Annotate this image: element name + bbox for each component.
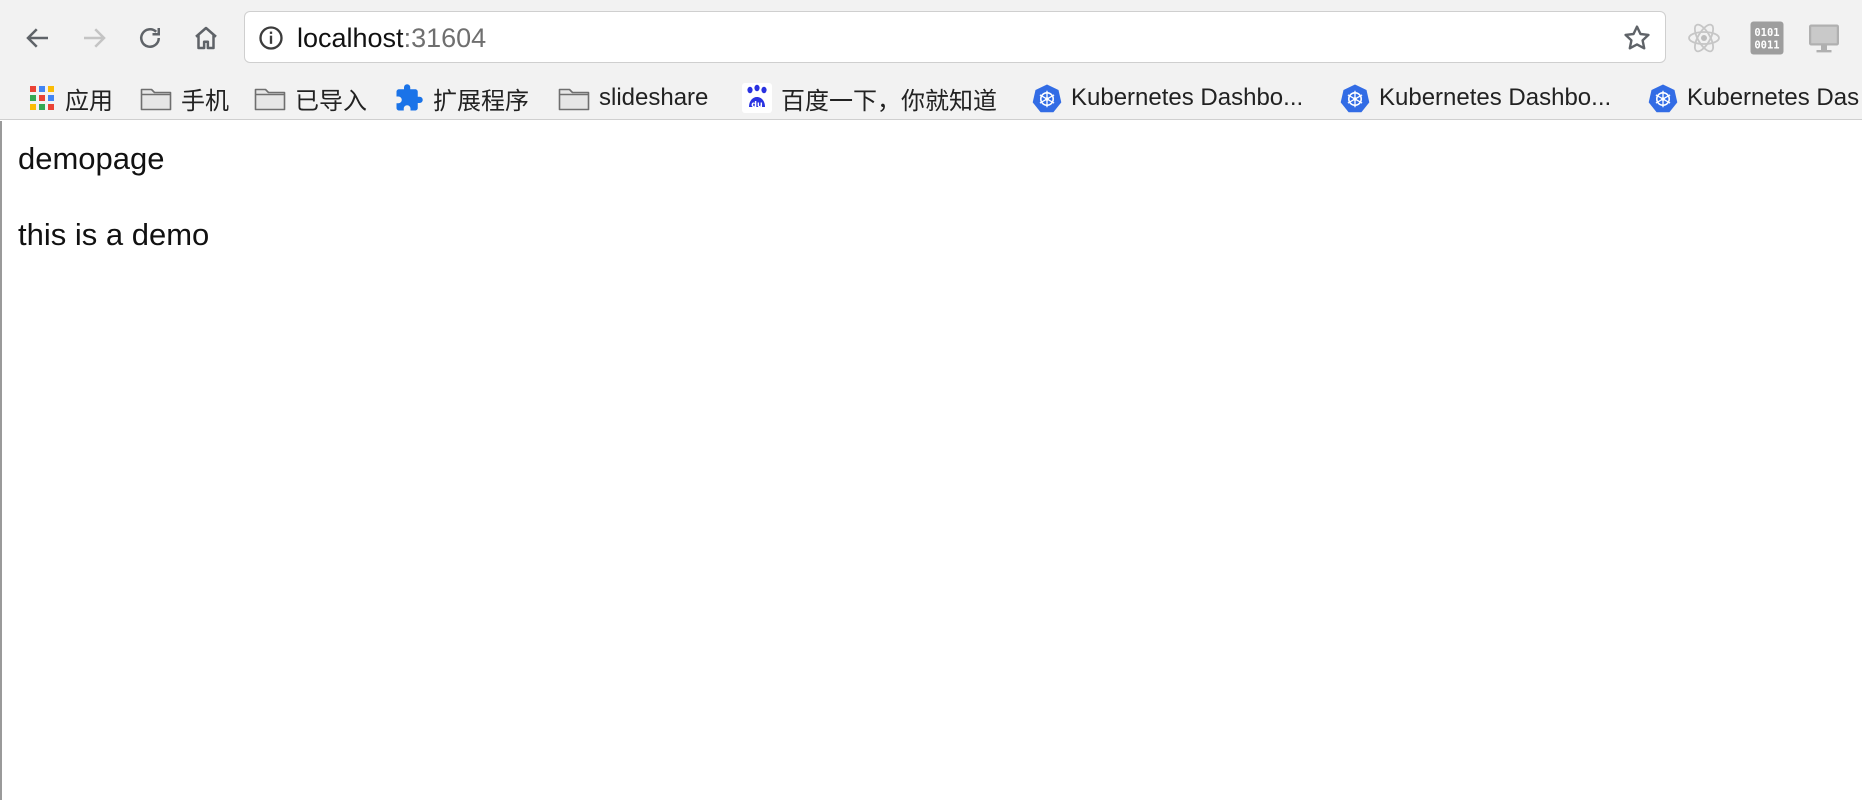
bookmark-folder-imported[interactable]: 已导入 [254,76,367,120]
page-heading: demopage [18,141,165,176]
back-arrow-icon [26,28,48,48]
binary-extension[interactable]: 0101 0011 [1747,18,1787,58]
binary-extension-icon: 0101 0011 [1750,21,1784,55]
baidu-icon: du [742,83,772,113]
svg-text:du: du [751,100,763,109]
monitor-extension-icon [1809,24,1839,53]
home-icon [195,26,217,50]
reload-button[interactable] [130,18,170,58]
back-button[interactable] [18,18,58,58]
bookmark-baidu[interactable]: du 百度一下，你就知道 [742,76,997,120]
puzzle-icon [396,84,423,111]
bookmark-label: 手机 [181,87,229,115]
bookmark-extensions[interactable]: 扩展程序 [394,76,529,120]
react-devtools-extension[interactable] [1684,18,1724,58]
svg-text:0011: 0011 [1754,40,1779,52]
bookmark-folder-phone[interactable]: 手机 [140,76,229,120]
bookmark-label: Kubernetes Dashbo... [1071,84,1304,111]
info-icon[interactable] [257,24,285,52]
folder-icon [254,88,286,111]
forward-arrow-icon [84,28,106,48]
bookmark-label: slideshare [599,84,709,111]
bookmark-label: Kubernetes Dashbo... [1379,84,1612,111]
address-bar[interactable]: localhost:31604 [244,11,1666,63]
reload-icon [140,28,160,48]
bookmark-label: Kubernetes Das [1687,84,1860,111]
bookmark-kubernetes-2[interactable]: Kubernetes Dashbo... [1340,76,1611,120]
monitor-extension[interactable] [1804,18,1844,58]
forward-button[interactable] [74,18,114,58]
react-devtools-icon [1688,23,1720,53]
folder-icon [558,88,590,111]
page-content: demopage this is a demo [0,121,1862,800]
browser-chrome: localhost:31604 0101 0011 应用 手机 已导入 扩展程序… [0,0,1862,120]
bookmark-label: 百度一下，你就知道 [781,87,997,115]
folder-icon [140,88,172,111]
url-host: localhost [297,23,404,53]
star-icon[interactable] [1621,22,1653,54]
svg-text:0101: 0101 [1754,27,1779,39]
bookmark-apps[interactable]: 应用 [28,76,113,120]
bookmark-label: 应用 [65,87,113,115]
bookmark-label: 扩展程序 [433,87,529,115]
apps-grid-icon [30,86,54,110]
bookmark-label: 已导入 [295,87,367,115]
bookmarks-bar: 应用 手机 已导入 扩展程序 slideshare du 百度一下，你就知道 K… [0,76,1862,120]
bookmark-kubernetes-3[interactable]: Kubernetes Das [1648,76,1859,120]
url-text[interactable]: localhost:31604 [297,23,486,53]
url-port: :31604 [403,23,487,53]
kubernetes-icon [1340,84,1370,113]
home-button[interactable] [186,18,226,58]
page-paragraph: this is a demo [18,217,210,252]
kubernetes-icon [1648,84,1678,113]
bookmark-kubernetes-1[interactable]: Kubernetes Dashbo... [1032,76,1303,120]
kubernetes-icon [1032,84,1062,113]
bookmark-folder-slideshare[interactable]: slideshare [558,76,708,120]
browser-toolbar: localhost:31604 0101 0011 [0,0,1862,76]
